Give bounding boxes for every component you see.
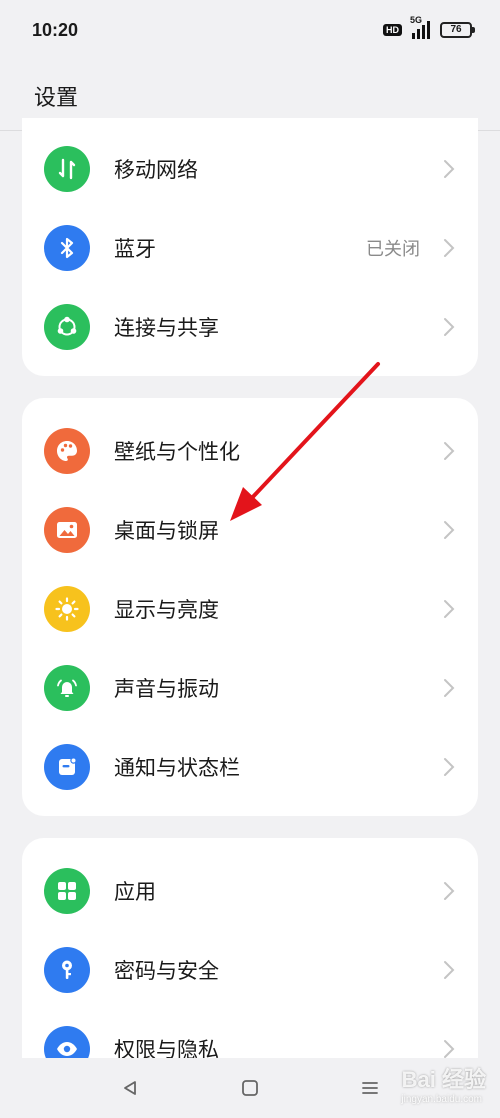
mobile-data-icon <box>44 145 90 192</box>
chevron-right-icon <box>444 238 455 257</box>
palette-icon <box>44 427 90 474</box>
settings-item-mobile-network[interactable]: 移动网络 <box>22 129 478 208</box>
bluetooth-icon <box>44 224 90 271</box>
chevron-right-icon <box>444 441 455 460</box>
settings-group-personalization: 壁纸与个性化 桌面与锁屏 显示与亮度 声音与振动 通知与状态栏 <box>22 398 478 816</box>
settings-item-password-security[interactable]: 密码与安全 <box>22 930 478 1009</box>
chevron-right-icon <box>444 599 455 618</box>
settings-item-display-brightness[interactable]: 显示与亮度 <box>22 569 478 648</box>
settings-item-sound-vibration[interactable]: 声音与振动 <box>22 648 478 727</box>
chevron-right-icon <box>444 881 455 900</box>
chevron-right-icon <box>444 520 455 539</box>
recents-button[interactable] <box>350 1068 390 1108</box>
key-icon <box>44 946 90 993</box>
network-type: 5G <box>410 15 423 25</box>
bluetooth-status: 已关闭 <box>366 238 420 260</box>
signal-icon: 5G <box>410 15 430 39</box>
item-label: 通知与状态栏 <box>114 755 240 780</box>
brightness-icon <box>44 585 90 632</box>
settings-item-connection-sharing[interactable]: 连接与共享 <box>22 287 478 366</box>
item-label: 蓝牙 <box>114 236 156 261</box>
chevron-right-icon <box>444 159 455 178</box>
back-triangle-icon <box>124 1081 136 1095</box>
settings-group-apps-security: 应用 密码与安全 权限与隐私 <box>22 838 478 1068</box>
watermark-logo: Bai 经验 <box>401 1067 486 1092</box>
status-icons: HD 5G 76 <box>383 15 475 39</box>
settings-item-notification-statusbar[interactable]: 通知与状态栏 <box>22 727 478 806</box>
chevron-right-icon <box>444 678 455 697</box>
settings-item-bluetooth[interactable]: 蓝牙 已关闭 <box>22 208 478 287</box>
menu-lines-icon <box>362 1082 378 1094</box>
notification-icon <box>44 743 90 790</box>
home-button[interactable] <box>230 1068 270 1108</box>
item-label: 壁纸与个性化 <box>114 439 240 464</box>
item-label: 连接与共享 <box>114 315 219 340</box>
settings-group-connectivity: 移动网络 蓝牙 已关闭 连接与共享 <box>22 118 478 376</box>
chevron-right-icon <box>444 960 455 979</box>
chevron-right-icon <box>444 317 455 336</box>
settings-item-desktop-lockscreen[interactable]: 桌面与锁屏 <box>22 490 478 569</box>
item-label: 移动网络 <box>114 157 198 182</box>
battery-icon: 76 <box>440 22 475 38</box>
item-label: 显示与亮度 <box>114 597 219 622</box>
item-label: 密码与安全 <box>114 958 219 983</box>
back-button[interactable] <box>110 1068 150 1108</box>
item-label: 桌面与锁屏 <box>114 518 219 543</box>
watermark-url: jingyan.baidu.com <box>401 1094 482 1105</box>
item-label: 声音与振动 <box>114 676 219 701</box>
settings-item-apps[interactable]: 应用 <box>22 851 478 930</box>
bell-icon <box>44 664 90 711</box>
status-bar: 10:20 HD 5G 76 <box>0 0 500 60</box>
share-connect-icon <box>44 303 90 350</box>
page-title: 设置 <box>34 86 79 111</box>
home-square-icon <box>242 1080 258 1096</box>
chevron-right-icon <box>444 1039 455 1058</box>
wallpaper-image-icon <box>44 506 90 553</box>
status-time: 10:20 <box>32 19 79 40</box>
settings-item-wallpaper-personalization[interactable]: 壁纸与个性化 <box>22 411 478 490</box>
chevron-right-icon <box>444 757 455 776</box>
apps-grid-icon <box>44 867 90 914</box>
item-label: 应用 <box>114 879 156 904</box>
hd-badge: HD <box>383 24 402 36</box>
